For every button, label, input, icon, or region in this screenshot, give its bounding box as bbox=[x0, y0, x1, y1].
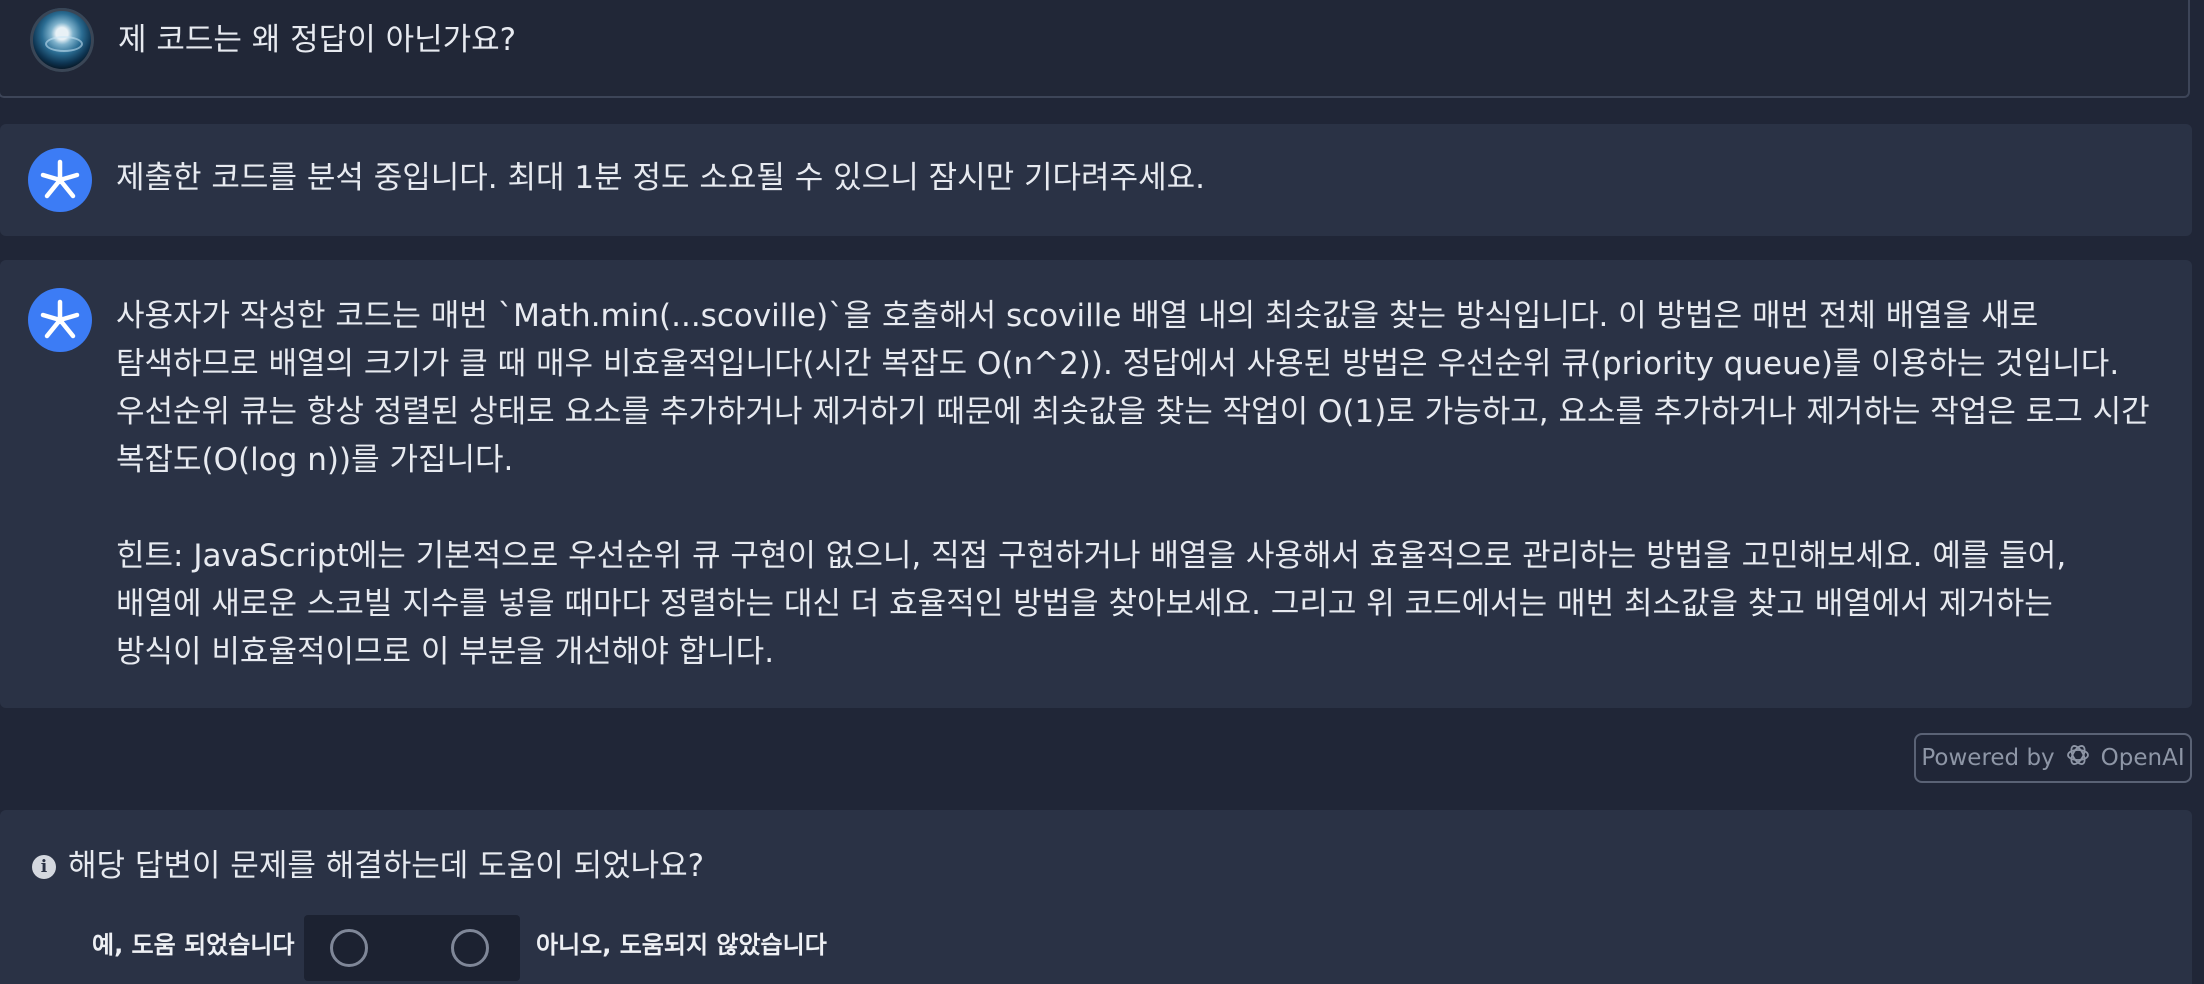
answer-line: 우선순위 큐는 항상 정렬된 상태로 요소를 추가하거나 제거하기 때문에 최솟… bbox=[116, 394, 2150, 430]
status-message-text: 제출한 코드를 분석 중입니다. 최대 1분 정도 소요될 수 있으니 잠시만 … bbox=[116, 160, 1205, 196]
openai-logo-icon bbox=[2063, 740, 2093, 776]
feedback-no-radio[interactable] bbox=[451, 929, 489, 967]
assistant-logo-icon bbox=[28, 288, 92, 352]
info-icon: i bbox=[32, 855, 56, 879]
powered-by-label: Powered by bbox=[1921, 745, 2055, 771]
hint-line: 배열에 새로운 스코빌 지수를 넣을 때마다 정렬하는 대신 더 효율적인 방법… bbox=[116, 586, 2053, 622]
feedback-yes-label[interactable]: 예, 도움 되었습니다 bbox=[92, 930, 294, 960]
hint-line: 방식이 비효율적이므로 이 부분을 개선해야 합니다. bbox=[116, 634, 775, 670]
answer-line: 사용자가 작성한 코드는 매번 `Math.min(...scoville)`을… bbox=[116, 298, 2039, 334]
user-message-text: 제 코드는 왜 정답이 아닌가요? bbox=[118, 22, 517, 58]
feedback-yes-radio[interactable] bbox=[330, 929, 368, 967]
powered-by-openai-badge[interactable]: Powered by OpenAI bbox=[1914, 733, 2192, 783]
feedback-question: 해당 답변이 문제를 해결하는데 도움이 되었나요? bbox=[68, 848, 705, 884]
assistant-status-message: 제출한 코드를 분석 중입니다. 최대 1분 정도 소요될 수 있으니 잠시만 … bbox=[0, 124, 2192, 236]
user-avatar bbox=[30, 8, 94, 72]
assistant-logo-icon bbox=[28, 148, 92, 212]
hint-line: 힌트: JavaScript에는 기본적으로 우선순위 큐 구현이 없으니, 직… bbox=[116, 538, 2067, 574]
answer-body: 사용자가 작성한 코드는 매번 `Math.min(...scoville)`을… bbox=[116, 292, 2176, 676]
openai-brand-label: OpenAI bbox=[2100, 745, 2185, 771]
feedback-no-label[interactable]: 아니오, 도움되지 않았습니다 bbox=[536, 930, 827, 960]
feedback-radio-group bbox=[304, 915, 520, 981]
answer-line: 탐색하므로 배열의 크기가 클 때 매우 비효율적입니다(시간 복잡도 O(n^… bbox=[116, 346, 2120, 382]
answer-line: 복잡도(O(log n))를 가집니다. bbox=[116, 442, 514, 478]
user-message: 제 코드는 왜 정답이 아닌가요? bbox=[0, 0, 2190, 98]
assistant-answer: 사용자가 작성한 코드는 매번 `Math.min(...scoville)`을… bbox=[0, 260, 2192, 708]
